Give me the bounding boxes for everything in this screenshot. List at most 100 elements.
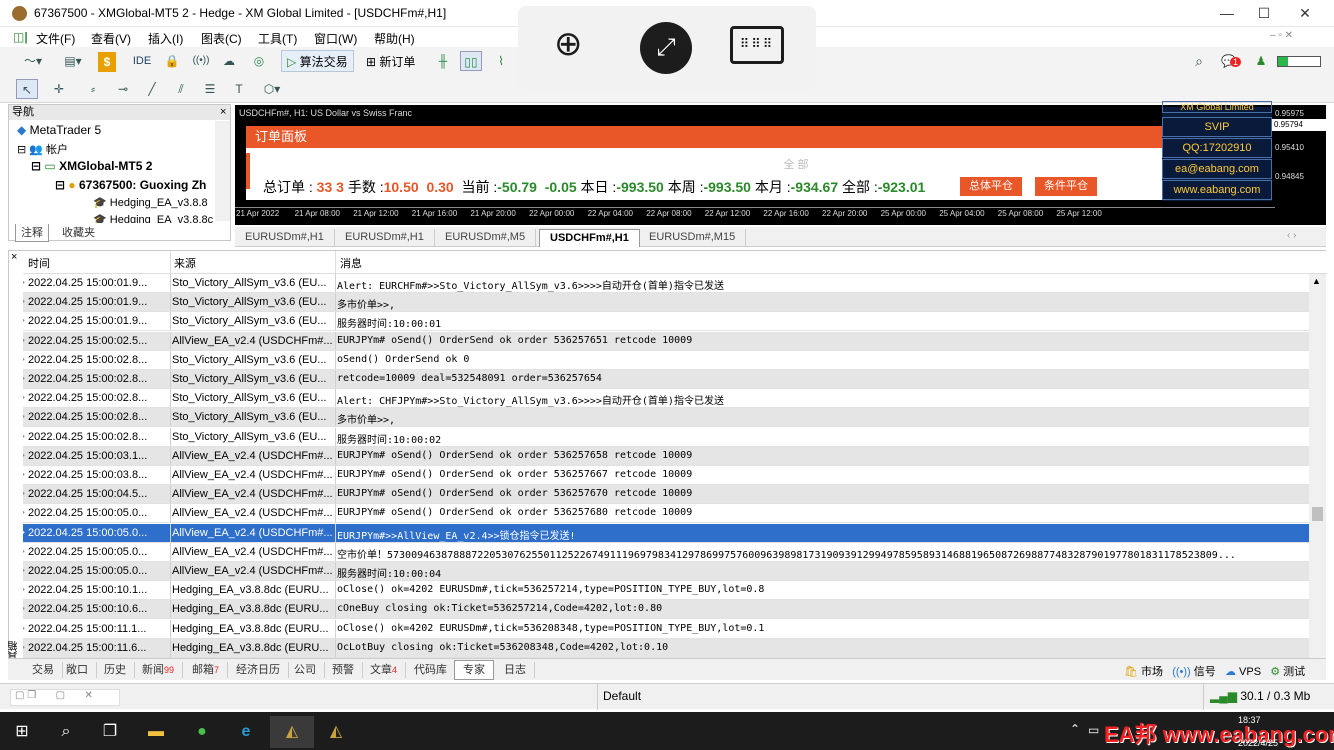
menu-window[interactable]: 窗口(W) <box>314 30 357 47</box>
log-row[interactable]: •2022.04.25 15:00:02.8... Sto_Victory_All… <box>23 389 1309 409</box>
toolbox-tab[interactable]: 代码库 <box>406 662 456 678</box>
close-button[interactable]: ✕ <box>1284 0 1326 27</box>
header-message[interactable]: 消息 <box>340 255 362 271</box>
log-row[interactable]: •2022.04.25 15:00:05.0... AllView_EA_v2.4… <box>23 542 1309 562</box>
toolbox-close-icon[interactable]: × <box>11 251 17 263</box>
metatrader-icon[interactable]: ◭ <box>270 716 314 748</box>
market-icon[interactable]: $ <box>98 52 116 72</box>
search-icon[interactable]: ⌕ <box>44 716 88 748</box>
chart-type-icon[interactable]: 〜▾ <box>16 51 50 71</box>
chart-tab-1[interactable]: EURUSDm#,H1 <box>235 229 335 247</box>
menu-insert[interactable]: 插入(I) <box>148 30 183 47</box>
toolbox-tab[interactable]: 邮箱7 <box>184 662 229 678</box>
menu-view[interactable]: 查看(V) <box>91 30 131 47</box>
zoom-in-icon[interactable]: ⊕ <box>554 24 583 64</box>
log-row[interactable]: •2022.04.25 15:00:02.8... Sto_Victory_All… <box>23 427 1309 447</box>
metatrader-2-icon[interactable]: ◭ <box>314 716 358 748</box>
taskbar-preview[interactable]: ▢ ❐ ▢ ✕ <box>10 689 120 706</box>
chart-tab-2[interactable]: EURUSDm#,H1 <box>335 229 435 247</box>
algo-trading-button[interactable]: ▷ 算法交易 <box>281 50 354 72</box>
signals-link[interactable]: ((•)) 信号 <box>1172 666 1216 678</box>
toolbox-tab[interactable]: 文章4 <box>362 662 407 678</box>
keyboard-icon[interactable]: ⠿⠿⠿ <box>730 26 784 64</box>
cursor-icon[interactable]: ↖ <box>16 79 38 99</box>
minimize-button[interactable]: — <box>1206 0 1248 27</box>
chart-menu-icon[interactable]: ◫| <box>13 30 28 44</box>
tray-chevron-icon[interactable]: ⌃ <box>1070 722 1080 736</box>
log-row[interactable]: •2022.04.25 15:00:05.0... AllView_EA_v2.4… <box>23 504 1309 524</box>
templates-icon[interactable]: ▤▾ <box>56 51 90 71</box>
log-scrollbar[interactable]: ▲ <box>1309 274 1326 659</box>
bar-chart-icon[interactable]: ╫ <box>432 51 454 71</box>
nav-root[interactable]: ◆ MetaTrader 5 <box>17 123 101 137</box>
header-source[interactable]: 来源 <box>174 255 196 271</box>
mdi-controls-icon[interactable]: – ▫ ✕ <box>1270 30 1293 41</box>
tab-favorites[interactable]: 收藏夹 <box>57 224 100 242</box>
log-row[interactable]: •2022.04.25 15:00:04.5... AllView_EA_v2.4… <box>23 485 1309 505</box>
vertical-line-icon[interactable]: ⸗ <box>82 79 104 99</box>
text-tool-icon[interactable]: T <box>228 79 250 99</box>
toolbox-tab[interactable]: 历史 <box>96 662 135 678</box>
app-green-icon[interactable]: ● <box>180 716 224 748</box>
edge-browser-icon[interactable]: e <box>224 716 268 748</box>
channel-icon[interactable]: ⫽ <box>170 79 192 99</box>
log-row[interactable]: •2022.04.25 15:00:02.8... Sto_Victory_All… <box>23 350 1309 370</box>
navigator-close-icon[interactable]: × <box>220 106 226 118</box>
nav-accounts[interactable]: ⊟ 👥 帐户 <box>17 141 68 157</box>
vps-icon[interactable]: ◎ <box>248 51 270 71</box>
log-row[interactable]: •2022.04.25 15:00:05.0... AllView_EA_v2.4… <box>23 523 1309 543</box>
cloud-icon[interactable]: ☁ <box>218 51 240 71</box>
log-row[interactable]: •2022.04.25 15:00:10.1... Hedging_EA_v3.8… <box>23 581 1309 601</box>
candles-icon[interactable]: ▯▯ <box>460 51 482 71</box>
windows-start-icon[interactable]: ⊞ <box>0 716 44 748</box>
notifications-icon[interactable]: 💬1 <box>1218 51 1244 71</box>
log-row[interactable]: •2022.04.25 15:00:03.1... AllView_EA_v2.4… <box>23 446 1309 466</box>
account-icon[interactable]: ♟ <box>1252 51 1270 71</box>
chart-tab-4[interactable]: USDCHFm#,H1 <box>539 229 640 247</box>
toolbox-tab[interactable]: 公司 <box>286 662 325 678</box>
crosshair-icon[interactable]: ✛ <box>48 79 70 99</box>
menu-help[interactable]: 帮助(H) <box>374 30 415 47</box>
line-chart-icon[interactable]: ⌇ <box>490 51 512 71</box>
log-row[interactable]: •2022.04.25 15:00:11.1... Hedging_EA_v3.8… <box>23 619 1309 639</box>
chart-tab-5[interactable]: EURUSDm#,M15 <box>639 229 747 247</box>
network-icon[interactable]: ▭ <box>1088 723 1099 737</box>
fibonacci-icon[interactable]: ☰ <box>199 79 221 99</box>
log-row[interactable]: •2022.04.25 15:00:01.9... Sto_Victory_All… <box>23 293 1309 313</box>
header-time[interactable]: 时间 <box>28 255 50 271</box>
log-row[interactable]: •2022.04.25 15:00:10.6... Hedging_EA_v3.8… <box>23 600 1309 620</box>
toolbox-tab[interactable]: 专家 <box>454 660 494 680</box>
log-row[interactable]: •2022.04.25 15:00:11.6... Hedging_EA_v3.8… <box>23 638 1309 658</box>
tester-link[interactable]: ⚙ 测试 <box>1270 666 1305 678</box>
ide-button[interactable]: IDE <box>128 51 156 71</box>
log-row[interactable]: •2022.04.25 15:00:01.9... Sto_Victory_All… <box>23 312 1309 332</box>
market-link[interactable]: 🛍 市场 <box>1124 666 1163 678</box>
nav-ea-2[interactable]: 🎓 Hedging_EA_v3.8.8c <box>93 213 213 223</box>
tab-scroll-icon[interactable]: ‹ › <box>1287 230 1296 241</box>
toolbox-tab[interactable]: 敞口 <box>58 662 97 678</box>
navigator-scrollbar[interactable] <box>215 121 230 221</box>
task-view-icon[interactable]: ❐ <box>88 716 132 748</box>
lock-icon[interactable]: 🔒 <box>163 51 181 71</box>
log-row[interactable]: •2022.04.25 15:00:03.8... AllView_EA_v2.4… <box>23 466 1309 485</box>
log-row[interactable]: •2022.04.25 15:00:01.9... Sto_Victory_All… <box>23 274 1309 293</box>
menu-tools[interactable]: 工具(T) <box>258 30 297 47</box>
remote-connection-icon[interactable]: ⤢ <box>640 22 692 74</box>
new-order-button[interactable]: ⊞ 新订单 <box>360 50 422 72</box>
tab-notes[interactable]: 注释 <box>15 224 49 242</box>
nav-server[interactable]: ⊟ ▭ XMGlobal-MT5 2 <box>31 159 152 173</box>
trendline-icon[interactable]: ╱ <box>141 79 163 99</box>
toolbox-tab[interactable]: 预警 <box>324 662 363 678</box>
nav-ea-1[interactable]: 🎓 Hedging_EA_v3.8.8 <box>93 196 208 209</box>
log-row[interactable]: •2022.04.25 15:00:05.0... AllView_EA_v2.4… <box>23 562 1309 581</box>
toolbox-tab[interactable]: 新闻99 <box>134 662 184 678</box>
horizontal-line-icon[interactable]: ⊸ <box>112 79 134 99</box>
chart-tab-3[interactable]: EURUSDm#,M5 <box>435 229 537 247</box>
menu-chart[interactable]: 图表(C) <box>201 30 242 47</box>
shapes-menu-icon[interactable]: ⬡▾ <box>255 79 289 99</box>
file-explorer-icon[interactable]: ▬ <box>134 716 178 748</box>
search-icon[interactable]: ⌕ <box>1188 51 1210 71</box>
vps-link[interactable]: ☁ VPS <box>1225 666 1261 678</box>
close-all-button[interactable]: 总体平仓 <box>960 177 1022 196</box>
log-row[interactable]: •2022.04.25 15:00:02.8... Sto_Victory_All… <box>23 370 1309 389</box>
